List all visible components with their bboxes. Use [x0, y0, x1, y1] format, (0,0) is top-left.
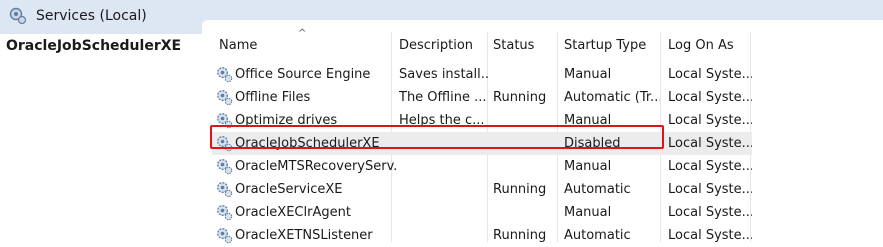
service-status: Running: [493, 228, 547, 243]
service-description: [399, 226, 489, 246]
service-description: [399, 180, 489, 200]
table-row[interactable]: OracleMTSRecoveryServ... Manual Local Syst…: [212, 155, 752, 178]
service-log-on-as: Local Syste...: [668, 136, 752, 151]
table-row[interactable]: Optimize drives Helps the c... Manual Local…: [212, 109, 752, 132]
service-gear-icon: [217, 113, 233, 129]
table-row[interactable]: OracleJobSchedulerXE Disabled Local Syste.…: [212, 132, 752, 155]
service-log-on-as: Local Syste...: [668, 228, 752, 243]
service-startup-type: Automatic: [564, 228, 631, 243]
table-row[interactable]: OracleXETNSListener Running Automatic Local…: [212, 224, 752, 247]
service-startup-type: Manual: [564, 159, 612, 174]
service-gear-icon: [217, 136, 233, 152]
service-description: [399, 157, 489, 177]
service-startup-type: Manual: [564, 67, 612, 82]
service-description: [399, 134, 489, 154]
service-status: [493, 134, 555, 154]
service-log-on-as: Local Syste...: [668, 182, 752, 197]
service-status: Running: [493, 90, 547, 105]
service-gear-icon: [217, 228, 233, 244]
service-log-on-as: Local Syste...: [668, 90, 752, 105]
table-row[interactable]: OracleServiceXE Running Automatic Local Sys…: [212, 178, 752, 201]
service-status: Running: [493, 182, 547, 197]
column-header-startup-type[interactable]: Startup Type: [564, 36, 646, 56]
description-pane: OracleJobSchedulerXE: [0, 34, 202, 247]
service-description: Saves install...: [399, 67, 489, 82]
services-icon: [9, 7, 27, 25]
service-log-on-as: Local Syste...: [668, 159, 752, 174]
service-description: Helps the c...: [399, 113, 485, 128]
services-list: ^ Name Description Status Startup Type L…: [202, 20, 883, 247]
service-startup-type: Disabled: [564, 136, 621, 151]
service-name: Optimize drives: [235, 113, 338, 128]
column-header-name[interactable]: Name: [219, 36, 257, 56]
service-name: Office Source Engine: [235, 67, 371, 82]
service-gear-icon: [217, 182, 233, 198]
table-row[interactable]: OracleXEClrAgent Manual Local Syste...: [212, 201, 752, 224]
service-gear-icon: [217, 159, 233, 175]
service-status: [493, 203, 555, 223]
service-startup-type: Manual: [564, 205, 612, 220]
column-header-log-on-as[interactable]: Log On As: [668, 36, 734, 56]
service-log-on-as: Local Syste...: [668, 113, 752, 128]
service-startup-type: Manual: [564, 113, 612, 128]
column-header-status[interactable]: Status: [493, 36, 534, 56]
service-status: [493, 111, 555, 131]
table-row[interactable]: Office Source Engine Saves install... Manu…: [212, 63, 752, 86]
service-name: OracleJobSchedulerXE: [235, 136, 380, 151]
service-startup-type: Automatic (Tr...: [564, 90, 660, 105]
selected-service-name: OracleJobSchedulerXE: [6, 38, 182, 54]
service-name: OracleXETNSListener: [235, 228, 373, 243]
service-name: OracleMTSRecoveryServ...: [235, 159, 397, 174]
header-title: Services (Local): [36, 8, 147, 24]
service-name: Offline Files: [235, 90, 311, 105]
sort-ascending-icon[interactable]: ^: [298, 28, 306, 39]
service-description: The Offline ...: [399, 90, 487, 105]
column-header-description[interactable]: Description: [399, 36, 473, 56]
service-log-on-as: Local Syste...: [668, 67, 752, 82]
service-gear-icon: [217, 67, 233, 83]
service-name: OracleXEClrAgent: [235, 205, 351, 220]
service-description: [399, 203, 489, 223]
service-gear-icon: [217, 205, 233, 221]
service-name: OracleServiceXE: [235, 182, 343, 197]
service-gear-icon: [217, 90, 233, 106]
service-status: [493, 65, 555, 85]
service-status: [493, 157, 555, 177]
service-log-on-as: Local Syste...: [668, 205, 752, 220]
service-startup-type: Automatic: [564, 182, 631, 197]
table-row[interactable]: Offline Files The Offline ... Running Autom…: [212, 86, 752, 109]
